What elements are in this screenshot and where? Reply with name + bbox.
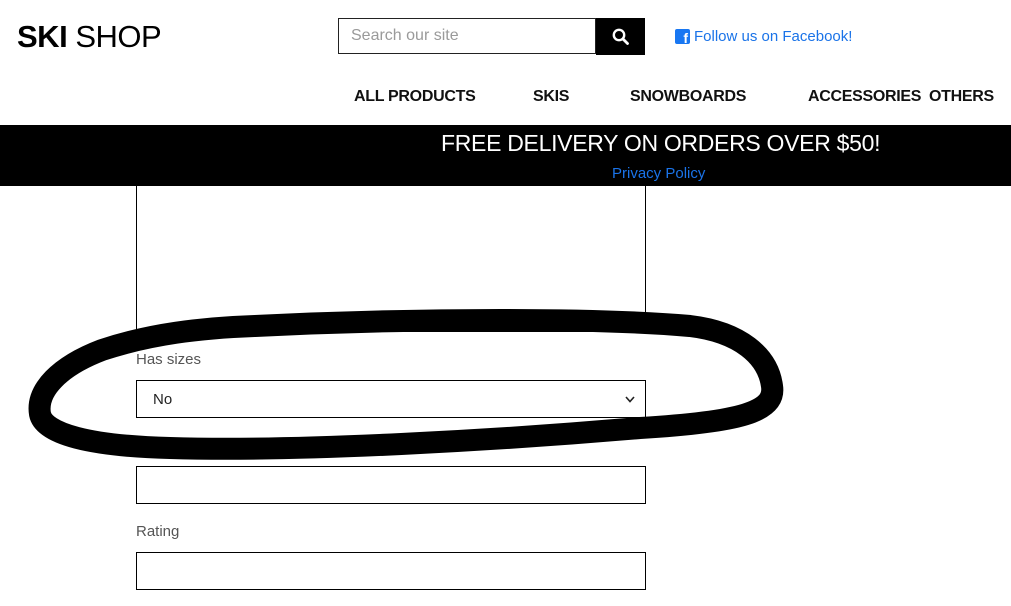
privacy-policy-link[interactable]: Privacy Policy bbox=[612, 165, 705, 182]
banner-text: FREE DELIVERY ON ORDERS OVER $50! bbox=[441, 130, 881, 156]
site-logo[interactable]: SKI SHOP bbox=[17, 18, 162, 56]
nav-all-products[interactable]: ALL PRODUCTS bbox=[354, 88, 476, 106]
logo-light-text: SHOP bbox=[75, 19, 162, 54]
nav-others[interactable]: OTHERS bbox=[929, 88, 994, 106]
search-icon bbox=[612, 28, 629, 45]
page: SKI SHOP f Follow us on Facebook! ALL PR… bbox=[0, 0, 1011, 606]
nav-skis[interactable]: SKIS bbox=[533, 88, 569, 106]
nav-accessories[interactable]: ACCESSORIES bbox=[808, 88, 921, 106]
search-input[interactable] bbox=[338, 18, 596, 54]
facebook-link[interactable]: f Follow us on Facebook! bbox=[675, 28, 853, 46]
facebook-link-label: Follow us on Facebook! bbox=[694, 28, 853, 45]
description-textarea[interactable] bbox=[136, 186, 646, 332]
has-sizes-select[interactable]: No bbox=[136, 380, 646, 418]
rating-input[interactable] bbox=[136, 552, 646, 590]
has-sizes-value: No bbox=[153, 390, 173, 408]
chevron-down-icon bbox=[625, 395, 635, 403]
search-button[interactable] bbox=[596, 18, 645, 55]
delivery-banner: FREE DELIVERY ON ORDERS OVER $50! Privac… bbox=[0, 125, 1011, 186]
price-label: Price* bbox=[136, 437, 177, 454]
rating-label: Rating bbox=[136, 523, 180, 540]
logo-bold-text: SKI bbox=[17, 19, 68, 54]
has-sizes-label: Has sizes bbox=[136, 351, 202, 368]
price-input[interactable] bbox=[136, 466, 646, 504]
facebook-square-icon: f bbox=[675, 29, 690, 46]
nav-snowboards[interactable]: SNOWBOARDS bbox=[630, 88, 746, 106]
